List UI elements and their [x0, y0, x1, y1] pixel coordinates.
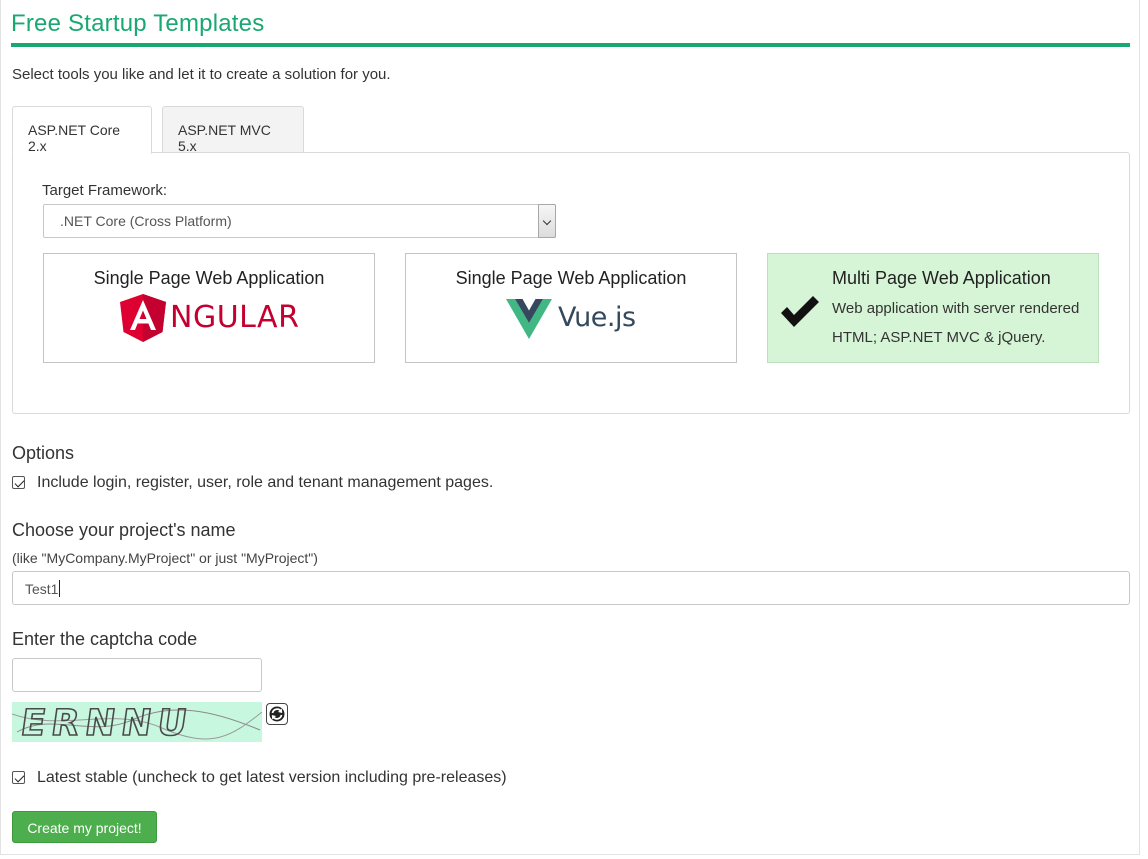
target-framework-label: Target Framework:: [42, 182, 168, 199]
latest-stable-label[interactable]: Latest stable (uncheck to get latest ver…: [37, 769, 507, 787]
captcha-heading: Enter the captcha code: [12, 629, 198, 649]
vue-logo-icon: [506, 299, 552, 339]
page-title: Free Startup Templates: [11, 10, 265, 37]
tab-aspnet-mvc[interactable]: ASP.NET MVC 5.x: [162, 106, 304, 154]
chevron-down-icon[interactable]: [538, 204, 556, 238]
create-project-button[interactable]: Create my project!: [12, 811, 157, 843]
tab-aspnet-core[interactable]: ASP.NET Core 2.x: [12, 106, 152, 154]
title-underline: [11, 43, 1130, 47]
project-name-heading: Choose your project's name: [12, 520, 236, 540]
latest-stable-checkbox[interactable]: [12, 771, 25, 784]
include-login-label[interactable]: Include login, register, user, role and …: [37, 474, 493, 492]
card-title: Single Page Web Application: [455, 268, 687, 288]
vue-logo-text: Vue.js: [558, 302, 636, 333]
include-login-checkbox[interactable]: [12, 476, 25, 489]
target-framework-value: .NET Core (Cross Platform): [60, 213, 232, 229]
text-cursor: [59, 580, 61, 597]
project-name-value: Test1: [25, 581, 59, 597]
card-description: Web application with server rendered HTM…: [832, 300, 1080, 346]
captcha-graphic: ERNNU: [12, 702, 262, 742]
tab-aspnet-mvc-label: ASP.NET MVC 5.x: [178, 122, 271, 154]
template-card-angular[interactable]: Single Page Web Application NGULAR: [43, 253, 375, 363]
checkmark-icon: [781, 296, 819, 327]
template-card-vue[interactable]: Single Page Web Application Vue.js: [405, 253, 737, 363]
target-framework-select[interactable]: .NET Core (Cross Platform): [43, 204, 556, 238]
angular-logo-icon: [120, 294, 166, 342]
intro-text: Select tools you like and let it to crea…: [12, 66, 391, 83]
captcha-text: ERNNU: [18, 702, 196, 742]
project-name-input[interactable]: Test1: [12, 571, 1130, 605]
options-heading: Options: [12, 443, 75, 463]
captcha-input[interactable]: [12, 658, 262, 692]
project-name-hint: (like "MyCompany.MyProject" or just "MyP…: [12, 550, 318, 566]
captcha-image: ERNNU: [12, 702, 262, 742]
page: Free Startup Templates Select tools you …: [0, 0, 1140, 855]
angular-logo-text: NGULAR: [170, 300, 300, 335]
card-title: Single Page Web Application: [93, 268, 325, 288]
card-title: Multi Page Web Application: [832, 268, 1051, 288]
refresh-captcha-icon[interactable]: [266, 703, 288, 725]
tab-aspnet-core-label: ASP.NET Core 2.x: [28, 122, 121, 154]
template-card-mvc[interactable]: Multi Page Web Application Web applicati…: [767, 253, 1099, 363]
